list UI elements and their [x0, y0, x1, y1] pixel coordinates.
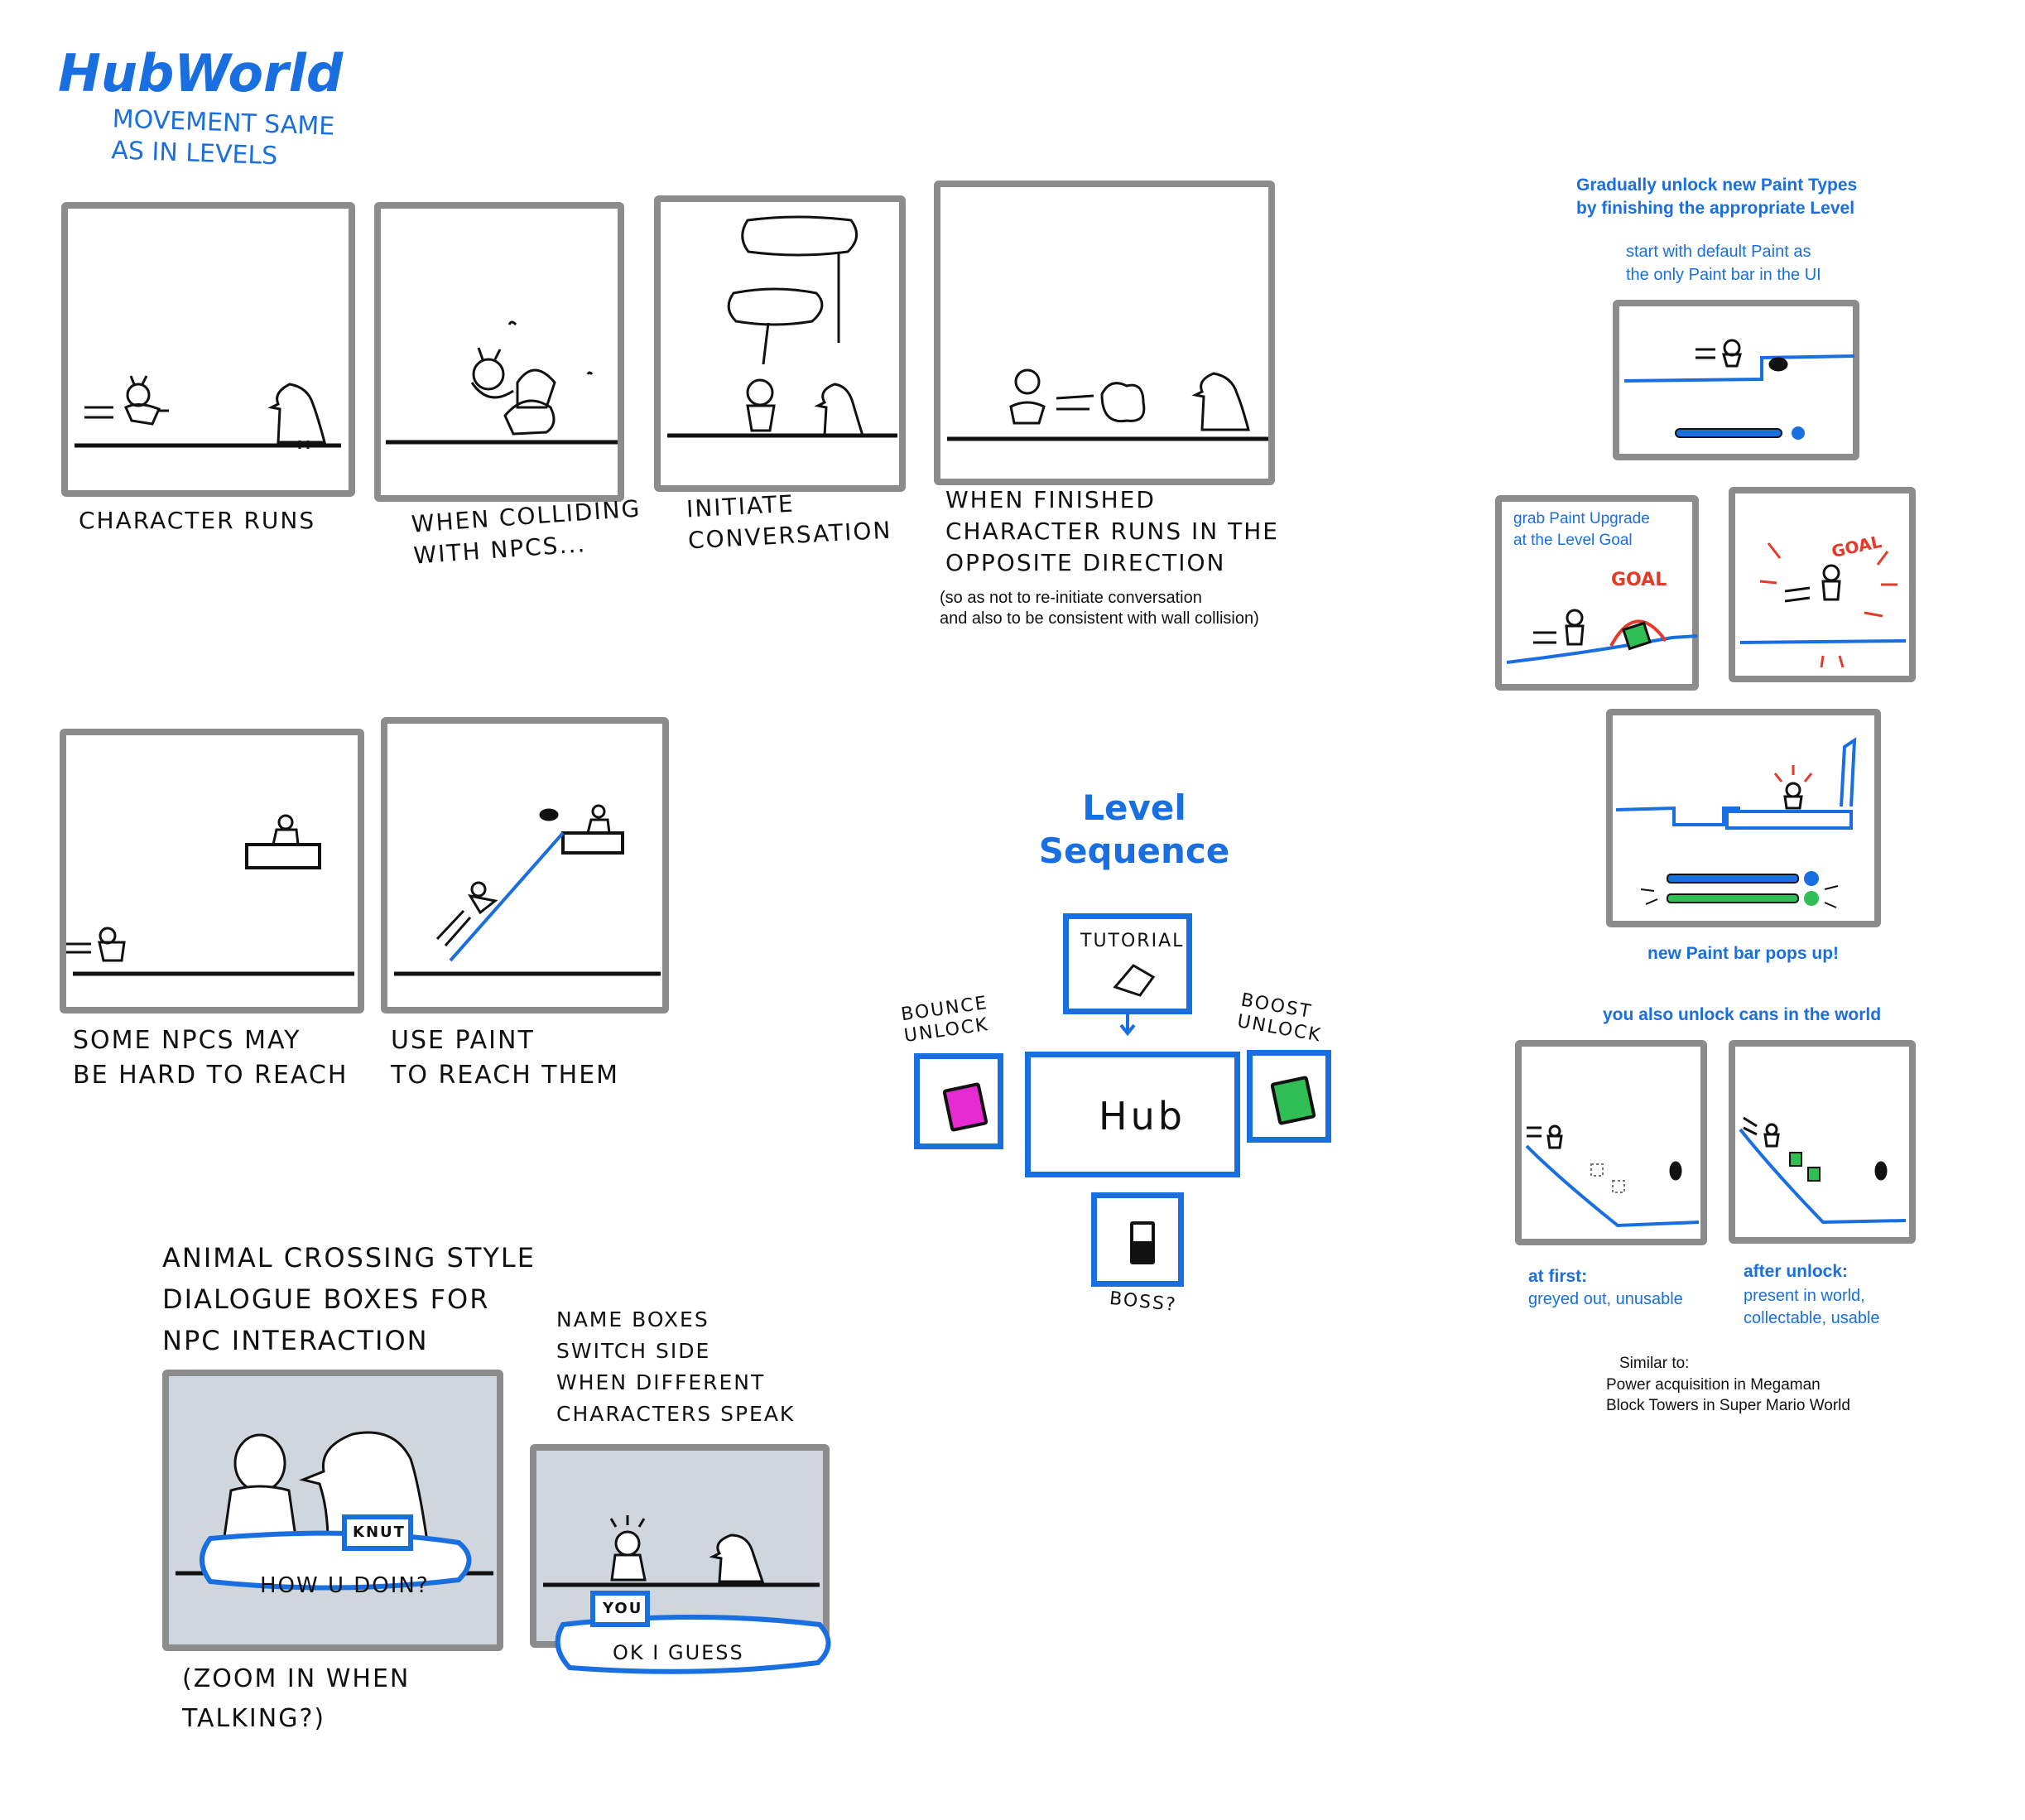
- after-unlock-desc: present in world, collectable, usable: [1744, 1287, 1880, 1327]
- default-paint-note: start with default Paint as the only Pai…: [1626, 243, 1821, 284]
- level-tutorial-node: Tutorial: [1063, 913, 1192, 1014]
- unlocked-can-1: [1789, 1152, 1802, 1167]
- tutorial-icon: [1113, 964, 1156, 997]
- grab-upgrade-sketch: [1506, 609, 1698, 664]
- goal-sketch: [1739, 542, 1907, 668]
- cans-panel-after: [1729, 1040, 1916, 1244]
- default-paint-bar: [1675, 428, 1782, 438]
- popup-sketch: [1615, 737, 1857, 908]
- paint-bar-popup-note: new Paint bar pops up!: [1647, 944, 1840, 963]
- level-boss-node: [1091, 1192, 1184, 1287]
- level-hub-node: Hub: [1025, 1052, 1240, 1177]
- at-first-desc: greyed out, unusable: [1528, 1290, 1683, 1308]
- paint-panel-default: [1613, 300, 1859, 460]
- popup-bar-blue: [1667, 874, 1799, 884]
- paint-unlock-heading: Gradually unlock new Paint Types by fini…: [1576, 176, 1858, 218]
- bounce-paint-icon: [942, 1081, 988, 1133]
- similar-to-item-2: Block Towers in Super Mario World: [1606, 1397, 1850, 1414]
- similar-to-title: Similar to:: [1619, 1355, 1690, 1372]
- similar-to-item-1: Power acquisition in Megaman: [1606, 1376, 1821, 1394]
- level-bounce-node: [914, 1053, 1003, 1149]
- popup-bar-green: [1667, 893, 1799, 903]
- level-boost-node: [1247, 1050, 1331, 1143]
- cans-after-sketch: [1739, 1116, 1907, 1225]
- boost-paint-icon: [1270, 1075, 1316, 1126]
- greyed-can-2: [1612, 1180, 1625, 1193]
- after-unlock-title: after unlock:: [1744, 1262, 1849, 1281]
- hub-label: Hub: [1099, 1094, 1186, 1139]
- paint-panel-goal: GOAL: [1729, 487, 1916, 682]
- paint-panel-grab: grab Paint Upgrade at the Level Goal GOA…: [1495, 495, 1699, 691]
- unlocked-can-2: [1807, 1167, 1821, 1182]
- default-paint-sketch: [1623, 339, 1855, 440]
- unlock-cans-note: you also unlock cans in the world: [1603, 1005, 1882, 1024]
- default-paint-dot: [1792, 426, 1805, 440]
- cans-panel-before: [1515, 1040, 1707, 1245]
- at-first-title: at first:: [1528, 1267, 1588, 1286]
- cans-before-sketch: [1525, 1124, 1700, 1228]
- boss-icon: [1130, 1221, 1155, 1264]
- paint-panel-popup: [1606, 709, 1881, 927]
- greyed-can-1: [1590, 1163, 1604, 1177]
